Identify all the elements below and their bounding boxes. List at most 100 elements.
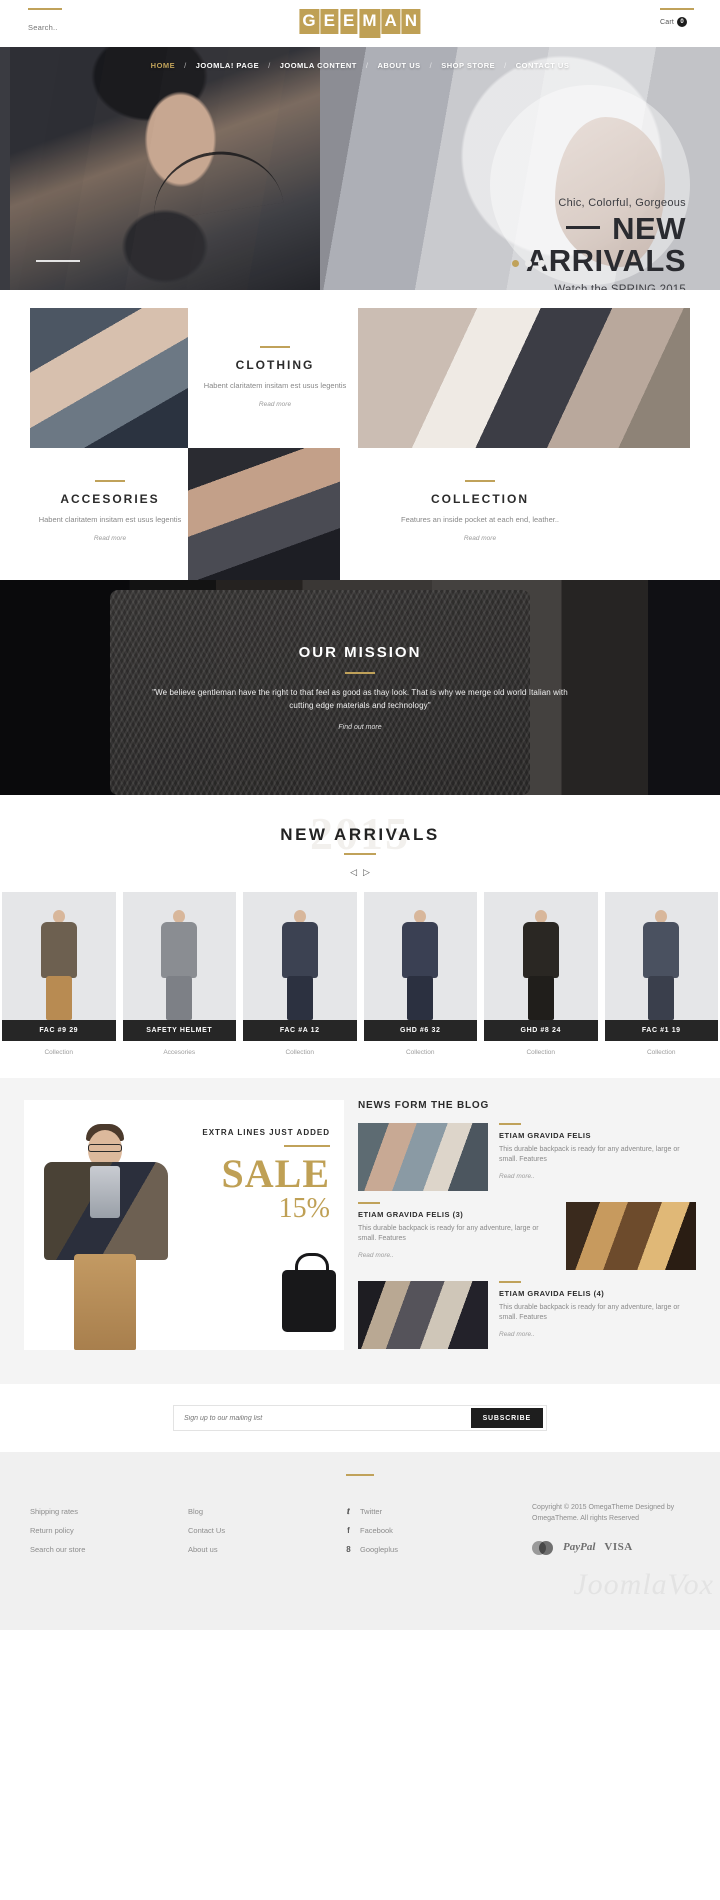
product-card[interactable]: GHD #8 24 Collection xyxy=(484,892,598,1056)
promo-accent-rule xyxy=(284,1145,330,1147)
product-name: SAFETY HELMET xyxy=(122,1020,236,1041)
card-description: Features an inside pocket at each end, l… xyxy=(400,515,560,524)
category-card-collection[interactable]: COLLECTION Features an inside pocket at … xyxy=(360,480,600,542)
product-image[interactable] xyxy=(604,892,718,1020)
category-image-clothing[interactable] xyxy=(30,308,188,448)
model-pants xyxy=(74,1254,136,1350)
footer-link-googleplus[interactable]: 8 Googleplus xyxy=(344,1540,532,1559)
category-card-clothing[interactable]: CLOTHING Habent claritatem insitam est u… xyxy=(195,346,355,408)
blog-post-title[interactable]: ETIAM GRAVIDA FELIS (4) xyxy=(499,1289,696,1298)
hero-title-line1: NEW xyxy=(612,211,686,246)
newsletter-email-input[interactable] xyxy=(184,1414,414,1422)
product-card[interactable]: FAC #A 12 Collection xyxy=(243,892,357,1056)
product-figure xyxy=(37,908,81,1020)
mission-find-out-more-link[interactable]: Find out more xyxy=(338,724,381,731)
hero-title: NEW xyxy=(386,213,686,245)
mastercard-icon xyxy=(532,1540,554,1555)
footer-link-search-our-store[interactable]: Search our store xyxy=(30,1540,188,1559)
hero-pagination-dots[interactable] xyxy=(512,260,545,267)
card-description: Habent claritatem insitam est usus legen… xyxy=(38,515,182,524)
googleplus-icon: 8 xyxy=(346,1545,351,1554)
footer-link-contact-us[interactable]: Contact Us xyxy=(188,1521,344,1540)
site-logo[interactable]: G E E M A N xyxy=(299,9,421,38)
hero-dot-2[interactable] xyxy=(525,260,532,267)
card-read-more-link[interactable]: Read more xyxy=(360,535,600,542)
hero-dot-1[interactable] xyxy=(512,260,519,267)
search-accent-rule xyxy=(28,8,62,10)
card-read-more-link[interactable]: Read more xyxy=(35,535,185,542)
footer-link-twitter[interactable]: 𝒕 Twitter xyxy=(344,1502,532,1521)
footer-column-company: Blog Contact Us About us xyxy=(188,1502,344,1559)
blog-post[interactable]: ETIAM GRAVIDA FELIS This durable backpac… xyxy=(358,1123,696,1191)
product-card[interactable]: GHD #6 32 Collection xyxy=(363,892,477,1056)
product-figure xyxy=(157,908,201,1020)
product-category: Collection xyxy=(405,1049,435,1056)
cart-area[interactable]: Cart 0 xyxy=(660,8,694,27)
blog-post[interactable]: ETIAM GRAVIDA FELIS (3) This durable bac… xyxy=(358,1202,696,1270)
hero-model-photo xyxy=(10,47,320,290)
search-area xyxy=(28,8,148,35)
nav-item-shop-store[interactable]: SHOP STORE xyxy=(432,61,504,70)
footer-link-return-policy[interactable]: Return policy xyxy=(30,1521,188,1540)
logo-letter: E xyxy=(320,9,339,34)
footer-link-blog[interactable]: Blog xyxy=(188,1502,344,1521)
nav-item-joomla-content[interactable]: JOOMLA CONTENT xyxy=(271,61,366,70)
mission-content: OUR MISSION "We believe gentleman have t… xyxy=(0,580,720,795)
product-name: FAC #9 29 xyxy=(2,1020,116,1041)
category-image-collection[interactable] xyxy=(358,308,690,448)
hero-title-rule xyxy=(566,226,601,230)
figure-legs xyxy=(166,976,193,1020)
figure-body xyxy=(643,922,680,978)
nav-item-contact-us[interactable]: CONTACT US xyxy=(507,61,579,70)
footer-column-legal: Copyright © 2015 OmegaTheme Designed by … xyxy=(532,1502,690,1559)
card-read-more-link[interactable]: Read more xyxy=(195,401,355,408)
product-figure xyxy=(639,908,683,1020)
payment-methods: PayPal VISA xyxy=(532,1538,690,1557)
blog-post-excerpt: This durable backpack is ready for any a… xyxy=(358,1225,539,1242)
nav-item-about-us[interactable]: ABOUT US xyxy=(368,61,429,70)
product-image[interactable] xyxy=(363,892,477,1020)
cart-row[interactable]: Cart 0 xyxy=(660,17,694,27)
blog-post-read-more[interactable]: Read more.. xyxy=(358,1252,555,1259)
mission-title: OUR MISSION xyxy=(298,644,422,661)
collection-card-pointer xyxy=(447,448,471,460)
figure-body xyxy=(402,922,439,978)
hero-subtitle-line1: Watch the SPRING 2015 xyxy=(554,284,686,290)
product-figure xyxy=(398,908,442,1020)
nav-item-home[interactable]: HOME xyxy=(142,61,185,70)
carousel-next-icon[interactable]: ▷ xyxy=(363,867,370,878)
carousel-prev-icon[interactable]: ◁ xyxy=(350,867,357,878)
blog-post-title[interactable]: ETIAM GRAVIDA FELIS (3) xyxy=(358,1210,555,1219)
search-input[interactable] xyxy=(28,23,138,32)
arrivals-carousel-controls: ◁ ▷ xyxy=(0,867,720,878)
blog-post-image[interactable] xyxy=(358,1281,488,1349)
footer-link-shipping-rates[interactable]: Shipping rates xyxy=(30,1502,188,1521)
newsletter-section: SUBSCRIBE xyxy=(0,1384,720,1452)
category-image-accesories[interactable] xyxy=(188,448,340,586)
product-image[interactable] xyxy=(243,892,357,1020)
figure-legs xyxy=(407,976,434,1020)
product-card[interactable]: FAC #1 19 Collection xyxy=(604,892,718,1056)
footer-link-about-us[interactable]: About us xyxy=(188,1540,344,1559)
top-bar: G E E M A N Cart 0 xyxy=(0,0,720,47)
blog-post-image[interactable] xyxy=(566,1202,696,1270)
promo-banner[interactable]: EXTRA LINES JUST ADDED SALE 15% xyxy=(24,1100,344,1350)
category-card-accesories[interactable]: ACCESORIES Habent claritatem insitam est… xyxy=(35,480,185,542)
hero-dot-3[interactable] xyxy=(538,260,545,267)
product-image[interactable] xyxy=(122,892,236,1020)
footer-link-facebook[interactable]: f Facebook xyxy=(344,1521,532,1540)
blog-post-title[interactable]: ETIAM GRAVIDA FELIS xyxy=(499,1131,696,1140)
blog-post[interactable]: ETIAM GRAVIDA FELIS (4) This durable bac… xyxy=(358,1281,696,1349)
blog-post-read-more[interactable]: Read more.. xyxy=(499,1173,696,1180)
footer-column-social: 𝒕 Twitter f Facebook 8 Googleplus xyxy=(344,1502,532,1559)
product-card[interactable]: SAFETY HELMET Accesories xyxy=(122,892,236,1056)
product-image[interactable] xyxy=(2,892,116,1020)
subscribe-button[interactable]: SUBSCRIBE xyxy=(470,1408,543,1428)
footer-social-label: Twitter xyxy=(360,1507,383,1516)
nav-item-joomla-page[interactable]: JOOMLA! PAGE xyxy=(187,61,268,70)
product-image[interactable] xyxy=(484,892,598,1020)
mission-section: OUR MISSION "We believe gentleman have t… xyxy=(0,580,720,795)
blog-post-read-more[interactable]: Read more.. xyxy=(499,1331,696,1338)
product-card[interactable]: FAC #9 29 Collection xyxy=(2,892,116,1056)
blog-post-image[interactable] xyxy=(358,1123,488,1191)
